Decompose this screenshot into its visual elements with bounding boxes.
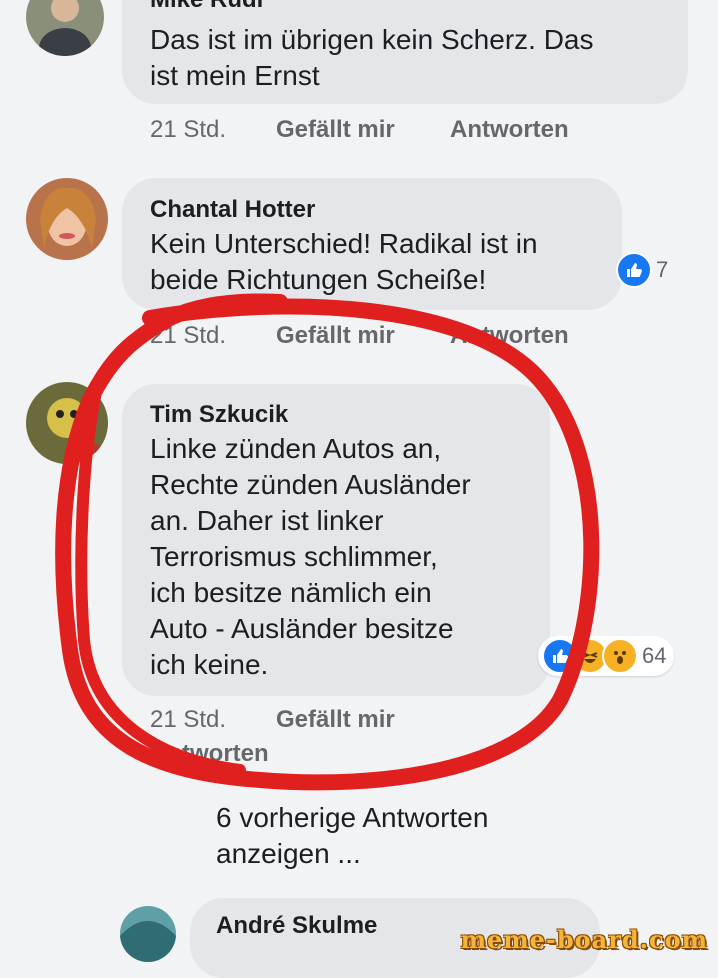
comment-time[interactable]: 21 Std. [150,116,226,144]
comment-author[interactable]: Mike Rudi [150,0,263,14]
avatar-image-icon [47,398,102,458]
comment-time[interactable]: 21 Std. [150,322,226,350]
like-icon [616,252,652,288]
like-link[interactable]: Gefällt mir [276,706,395,734]
comment-text: Kein Unterschied! Radikal ist in beide R… [150,228,538,295]
comment-author[interactable]: Tim Szkucik [150,401,288,429]
comment-author[interactable]: André Skulme [216,912,377,940]
reaction-summary[interactable]: 64 [538,636,675,676]
person-silhouette-icon [39,0,91,56]
comment-author[interactable]: Chantal Hotter [150,196,315,224]
avatar-andre-skulme[interactable] [120,906,176,962]
like-link[interactable]: Gefällt mir [276,322,395,350]
watermark-text: meme-board.com [460,925,708,954]
view-previous-replies-link[interactable]: 6 vorherige Antworten anzeigen ... [216,800,488,872]
reply-link[interactable]: Antworten [450,322,569,350]
comment-text: Linke zünden Autos an, Rechte zünden Aus… [150,433,471,680]
reply-link[interactable]: Antworten [450,116,569,144]
reaction-summary[interactable]: 7 [612,250,676,290]
reply-link[interactable]: Antworten [150,740,269,768]
like-link[interactable]: Gefällt mir [276,116,395,144]
avatar-tim-szkucik[interactable] [26,382,108,464]
avatar-mike-rudi[interactable] [26,0,104,56]
person-photo-icon [40,187,96,248]
comment-time[interactable]: 21 Std. [150,706,226,734]
avatar-chantal-hotter[interactable] [26,178,108,260]
reaction-count: 64 [642,643,667,668]
comment-text: Das ist im übrigen kein Scherz. Das ist … [150,24,594,91]
reaction-count: 7 [656,257,669,282]
wow-icon [602,638,638,674]
avatar-image-icon [120,921,176,962]
